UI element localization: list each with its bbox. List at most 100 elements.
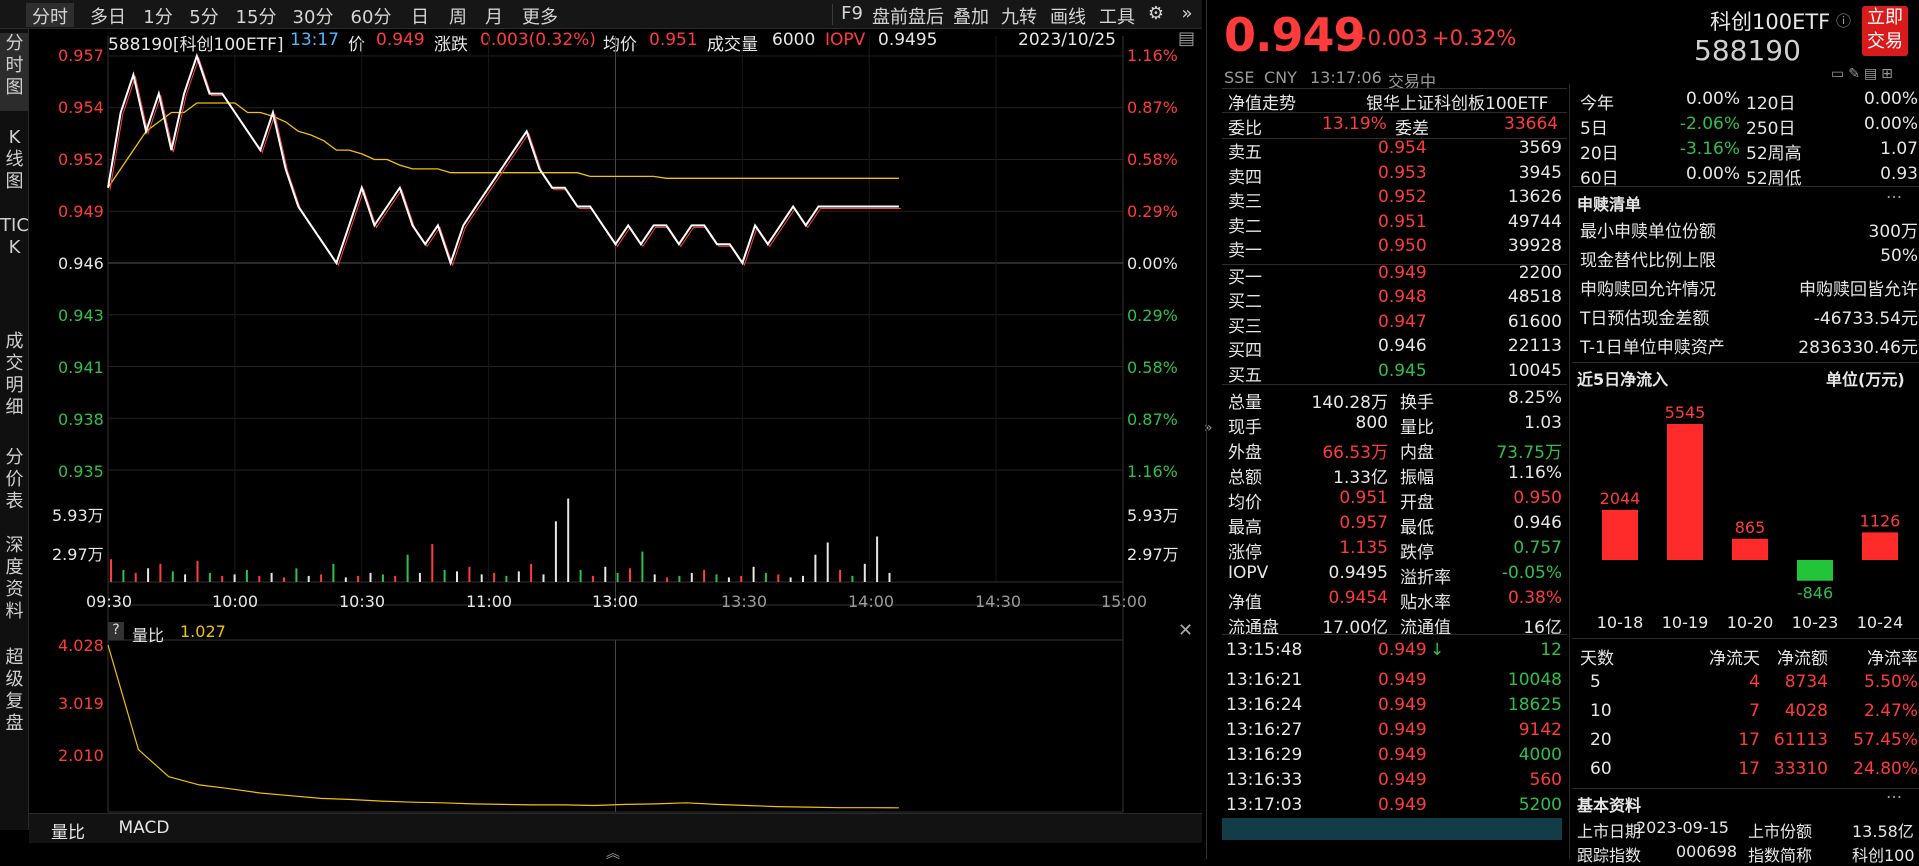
tab-macd[interactable]: MACD: [109, 818, 179, 838]
volume-bar: [851, 575, 854, 582]
volume-bar: [171, 571, 174, 582]
index-short-name: 科创100: [1852, 846, 1915, 865]
volume-bar: [394, 575, 397, 582]
stat-label: 总额: [1228, 468, 1262, 488]
volume-bar: [122, 569, 125, 582]
orderbook-price[interactable]: 0.946: [1378, 336, 1427, 356]
perf-label: 120日: [1746, 94, 1796, 114]
volume-bar: [505, 575, 508, 582]
volume-bar: [307, 575, 310, 582]
volume-bar: [320, 574, 323, 582]
expand-up-icon[interactable]: ︽: [606, 843, 620, 863]
orderbook-price[interactable]: 0.952: [1378, 187, 1427, 207]
pct-tick: 0.58%: [1127, 358, 1178, 377]
stat-label: IOPV: [1228, 563, 1269, 583]
flow-table-header: 净流率: [1867, 649, 1918, 669]
tab-volume-ratio[interactable]: 量比: [37, 818, 99, 843]
orderbook-volume: 48518: [1507, 287, 1562, 307]
volume-bar: [270, 572, 273, 582]
orderbook-price[interactable]: 0.951: [1378, 212, 1427, 232]
orderbook-price[interactable]: 0.945: [1378, 361, 1427, 381]
price-tick: 0.949: [58, 202, 104, 221]
volume-bar: [789, 577, 792, 582]
listing-shares-label: 上市份额: [1748, 822, 1813, 841]
orderbook-price[interactable]: 0.948: [1378, 287, 1427, 307]
volume-bar: [777, 574, 780, 582]
price-tick: 0.952: [58, 150, 104, 169]
orderbook-price[interactable]: 0.950: [1378, 236, 1427, 256]
netflow-value: 1126: [1860, 511, 1901, 530]
intraday-chart[interactable]: [0, 0, 1202, 859]
info-icon[interactable]: ⓘ: [1836, 10, 1851, 31]
stat-label: 外盘: [1228, 443, 1262, 463]
stat-value: 140.28万: [1311, 393, 1388, 413]
orderbook-price[interactable]: 0.949: [1378, 263, 1427, 283]
tracking-index-label: 跟踪指数: [1577, 846, 1642, 865]
pct-tick: 0.29%: [1127, 202, 1178, 221]
volume-bar: [443, 569, 446, 582]
pct-tick: 0.29%: [1127, 306, 1178, 325]
netflow-unit: 单位(万元): [1826, 370, 1905, 389]
panel-tool-icons[interactable]: ▭✎▤⊞: [1831, 66, 1897, 82]
volume-bar: [616, 572, 619, 582]
volume-bars: [110, 498, 891, 582]
volume-bar: [493, 572, 496, 582]
volume-bar: [752, 566, 755, 582]
tick-time: 13:17:03: [1226, 795, 1303, 815]
orderbook-price[interactable]: 0.953: [1378, 163, 1427, 183]
volume-bar: [295, 568, 298, 582]
price-tick: 0.938: [58, 410, 104, 429]
price-tick: 0.935: [58, 462, 104, 481]
fund-name: 银华上证科创板100ETF: [1366, 94, 1549, 114]
volume-bar: [110, 559, 112, 582]
flow-table-header: 净流额: [1777, 649, 1828, 669]
volume-bar: [196, 560, 199, 582]
basic-info-more[interactable]: ···: [1886, 788, 1902, 808]
sub-indicator-name: 量比: [132, 626, 165, 645]
volume-bar: [344, 577, 347, 582]
flow-table-cell: 20: [1590, 730, 1612, 750]
nav-trend-link[interactable]: 净值走势: [1228, 89, 1296, 114]
help-icon[interactable]: ?: [108, 622, 124, 640]
volume-bar: [283, 577, 285, 582]
flow-table-cell: 10: [1590, 701, 1612, 721]
ratio-tick: 2.010: [58, 746, 104, 765]
volume-bar: [703, 569, 706, 582]
subscription-label: 现金替代比例上限: [1580, 251, 1716, 271]
netflow-date: 10-19: [1662, 613, 1709, 632]
volume-bar: [876, 536, 879, 582]
volume-bar: [258, 575, 261, 582]
volume-bar: [591, 575, 594, 582]
stat-label: 溢折率: [1400, 568, 1451, 588]
flow-table-cell: 60: [1590, 759, 1612, 779]
time-tick: 13:30: [721, 592, 768, 611]
subscription-label: 最小申赎单位份额: [1580, 222, 1716, 242]
orderbook-price[interactable]: 0.947: [1378, 312, 1427, 332]
perf-label: 250日: [1746, 119, 1796, 139]
subscription-label: T-1日单位申赎资产: [1580, 338, 1725, 358]
flow-table-cell: 57.45%: [1853, 730, 1918, 750]
volume-bar: [184, 574, 187, 582]
close-icon[interactable]: ✕: [1178, 620, 1193, 641]
stat-label: 均价: [1228, 493, 1262, 513]
volume-bar: [888, 572, 891, 582]
time-tick: 14:30: [975, 592, 1022, 611]
security-name: 科创100ETF: [1710, 10, 1831, 34]
subscription-value: 300万: [1868, 222, 1918, 242]
flow-table-cell: 2.47%: [1863, 701, 1918, 721]
stat-value: 0.951: [1339, 488, 1388, 508]
stat-value: 0.957: [1339, 513, 1388, 533]
orderbook-volume: 3945: [1518, 162, 1562, 183]
volume-bar: [715, 574, 718, 582]
orderbook-price[interactable]: 0.954: [1378, 138, 1427, 158]
stat-value: 0.9495: [1328, 563, 1388, 583]
price-tick: 0.954: [58, 98, 104, 117]
stat-value: 1.16%: [1507, 463, 1562, 483]
pct-tick: 0.00%: [1127, 254, 1178, 273]
time-tick: 09:30: [86, 592, 133, 611]
subscription-more[interactable]: ···: [1886, 188, 1902, 208]
stat-value: 8.25%: [1507, 388, 1562, 408]
index-short-name-label: 指数简称: [1748, 846, 1813, 865]
trade-now-button[interactable]: 立即 交易: [1862, 6, 1908, 56]
perf-label: 5日: [1580, 119, 1608, 139]
